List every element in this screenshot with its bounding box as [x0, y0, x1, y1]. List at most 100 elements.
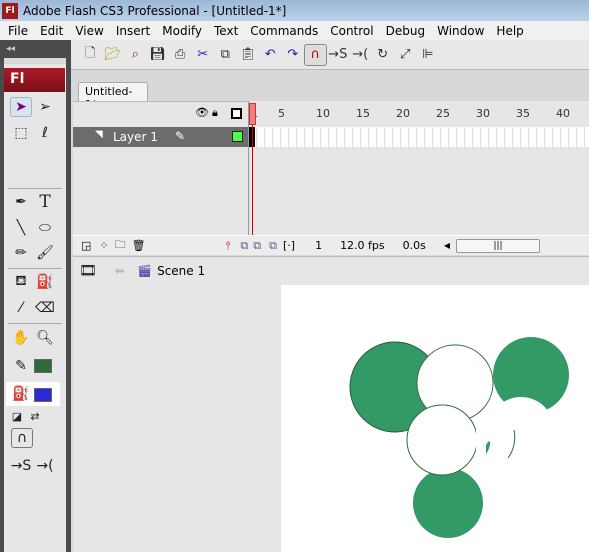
new-icon[interactable]: 🗋	[79, 44, 102, 66]
delete-layer-icon[interactable]: 🗑︎	[132, 239, 146, 252]
ink-bottle-tool-icon[interactable]: ⛾	[10, 272, 32, 292]
pencil-tool-icon[interactable]: ✏	[10, 243, 32, 263]
menu-commands[interactable]: Commands	[244, 24, 324, 38]
stroke-color-swatch[interactable]	[34, 359, 52, 373]
menu-help[interactable]: Help	[490, 24, 529, 38]
selection-tool-icon[interactable]: ➤	[10, 97, 32, 117]
collapse-panel-button[interactable]: ◂◂	[6, 44, 15, 54]
modify-onion-markers-icon[interactable]: [·]	[283, 239, 295, 252]
menu-text[interactable]: Text	[208, 24, 244, 38]
white-circle[interactable]	[406, 404, 478, 476]
fill-color-swatch[interactable]	[34, 388, 52, 402]
title-bar: Fl Adobe Flash CS3 Professional - [Untit…	[0, 0, 589, 21]
eraser-tool-icon[interactable]: ⌫	[34, 298, 56, 318]
frame-row[interactable]	[249, 127, 589, 147]
paste-icon[interactable]: 📋︎	[237, 44, 260, 66]
fill-color-bucket-icon: ⛽	[12, 386, 30, 402]
outline-icon[interactable]	[231, 108, 242, 119]
tools-panel: ◂◂ Fl ➤ ➢ ⬚ ℓ ✒ T ╲ ⬭ ✏ 🖌 ⛾ ⛽ ⁄ ⌫ ✋ 🔍︎ ✎…	[0, 40, 71, 552]
ruler-tick: 35	[516, 107, 530, 120]
snap-to-objects-icon[interactable]: ∩	[11, 428, 33, 448]
menu-insert[interactable]: Insert	[110, 24, 156, 38]
menu-bar: File Edit View Insert Modify Text Comman…	[0, 21, 589, 40]
menu-window[interactable]: Window	[431, 24, 490, 38]
text-tool-icon[interactable]: T	[34, 192, 56, 212]
window-title: Adobe Flash CS3 Professional - [Untitled…	[23, 3, 287, 18]
layer-row[interactable]: ◥ Layer 1 ✎	[73, 127, 248, 147]
ruler-tick: 40	[556, 107, 570, 120]
center-frame-icon[interactable]: ⫯	[226, 239, 231, 253]
scene-clapper-icon: 🎬︎	[136, 264, 153, 278]
rotate-icon[interactable]: ↻	[372, 44, 395, 66]
ruler-tick: 10	[316, 107, 330, 120]
timeline-toggle-icon[interactable]: 🎞︎	[79, 263, 97, 279]
add-motion-guide-icon[interactable]: ⁘	[99, 239, 108, 252]
menu-edit[interactable]: Edit	[34, 24, 69, 38]
layer-icon: ◥	[95, 129, 103, 140]
print-icon[interactable]: ⎙	[169, 44, 192, 66]
scene-name[interactable]: Scene 1	[157, 264, 205, 278]
menu-debug[interactable]: Debug	[380, 24, 431, 38]
save-icon[interactable]: 💾︎	[147, 44, 170, 66]
playhead[interactable]	[249, 103, 256, 125]
smooth-icon[interactable]: →S	[10, 456, 32, 476]
white-cutout	[488, 397, 554, 463]
copy-icon[interactable]: ⧉	[214, 44, 237, 66]
menu-view[interactable]: View	[69, 24, 109, 38]
app-logo-icon: Fl	[2, 2, 18, 19]
snap-magnet-icon[interactable]: ∩	[304, 43, 327, 66]
playhead-line	[252, 125, 253, 235]
timeline-footer: ◲ ⁘ 🗀 🗑︎ ⫯ ⧉ ⧉ ⧉ [·] 1 12.0 fps 0.0s ◀ |…	[73, 235, 589, 255]
brush-tool-icon[interactable]: 🖌	[34, 243, 56, 263]
swap-colors-icon[interactable]: ⇄	[24, 406, 46, 426]
undo-icon[interactable]: ↶	[259, 44, 282, 66]
insert-layer-icon[interactable]: ◲	[81, 239, 91, 252]
straighten-icon[interactable]: →(	[34, 456, 56, 476]
subselection-tool-icon[interactable]: ➢	[34, 97, 56, 117]
menu-control[interactable]: Control	[324, 24, 379, 38]
pencil-edit-icon: ✎	[175, 129, 186, 143]
hand-tool-icon[interactable]: ✋	[10, 328, 32, 348]
frame-rate[interactable]: 12.0 fps	[340, 239, 385, 252]
free-transform-tool-icon[interactable]: ⬚	[10, 123, 32, 143]
edit-multiple-frames-icon[interactable]: ⧉	[269, 239, 277, 253]
pasteboard	[73, 285, 281, 552]
stroke-color-pencil-icon: ✎	[15, 358, 27, 374]
bridge-icon[interactable]: ⌕	[124, 44, 147, 66]
cut-icon[interactable]: ✂	[192, 44, 215, 66]
layer-outline-color[interactable]	[232, 131, 243, 142]
back-arrow-icon[interactable]: ⬅	[115, 264, 125, 278]
menu-file[interactable]: File	[2, 24, 34, 38]
line-tool-icon[interactable]: ╲	[10, 218, 32, 238]
redo-icon[interactable]: ↷	[282, 44, 305, 66]
insert-folder-icon[interactable]: 🗀	[115, 236, 126, 255]
paint-bucket-tool-icon[interactable]: ⛽	[34, 272, 56, 292]
ruler-tick: 25	[436, 107, 450, 120]
straighten-icon[interactable]: →(	[349, 44, 372, 66]
flash-logo: Fl	[4, 68, 65, 92]
stage-artwork	[349, 337, 569, 538]
zoom-tool-icon[interactable]: 🔍︎	[34, 328, 56, 348]
onion-skin-icon[interactable]: ⧉	[240, 239, 248, 253]
smooth-icon[interactable]: →S	[327, 44, 350, 66]
timeline-scrollbar[interactable]: |||	[456, 238, 541, 253]
show-hide-eye-icon[interactable]: 👁︎	[195, 106, 209, 119]
document-tab[interactable]: Untitled-1*	[78, 82, 148, 111]
menu-modify[interactable]: Modify	[156, 24, 208, 38]
pen-tool-icon[interactable]: ✒	[10, 192, 32, 212]
ruler-tick: 15	[356, 107, 370, 120]
frame-ruler[interactable]: 1 5 10 15 20 25 30 35 40	[249, 101, 589, 127]
layer-name[interactable]: Layer 1	[113, 130, 158, 144]
lock-icon[interactable]: 🔒︎	[212, 106, 218, 120]
open-icon[interactable]: 📂︎	[102, 44, 125, 66]
scroll-left-icon[interactable]: ◀	[444, 241, 450, 250]
onion-skin-outlines-icon[interactable]: ⧉	[253, 239, 261, 253]
lasso-tool-icon[interactable]: ℓ	[34, 123, 56, 143]
scale-icon[interactable]: ⤢	[394, 44, 417, 66]
align-icon[interactable]: ⊫	[417, 44, 440, 66]
green-circle[interactable]	[413, 468, 483, 538]
eyedropper-tool-icon[interactable]: ⁄	[10, 298, 32, 318]
oval-tool-icon[interactable]: ⬭	[34, 218, 56, 238]
current-frame: 1	[315, 239, 323, 252]
elapsed-time: 0.0s	[402, 239, 426, 252]
